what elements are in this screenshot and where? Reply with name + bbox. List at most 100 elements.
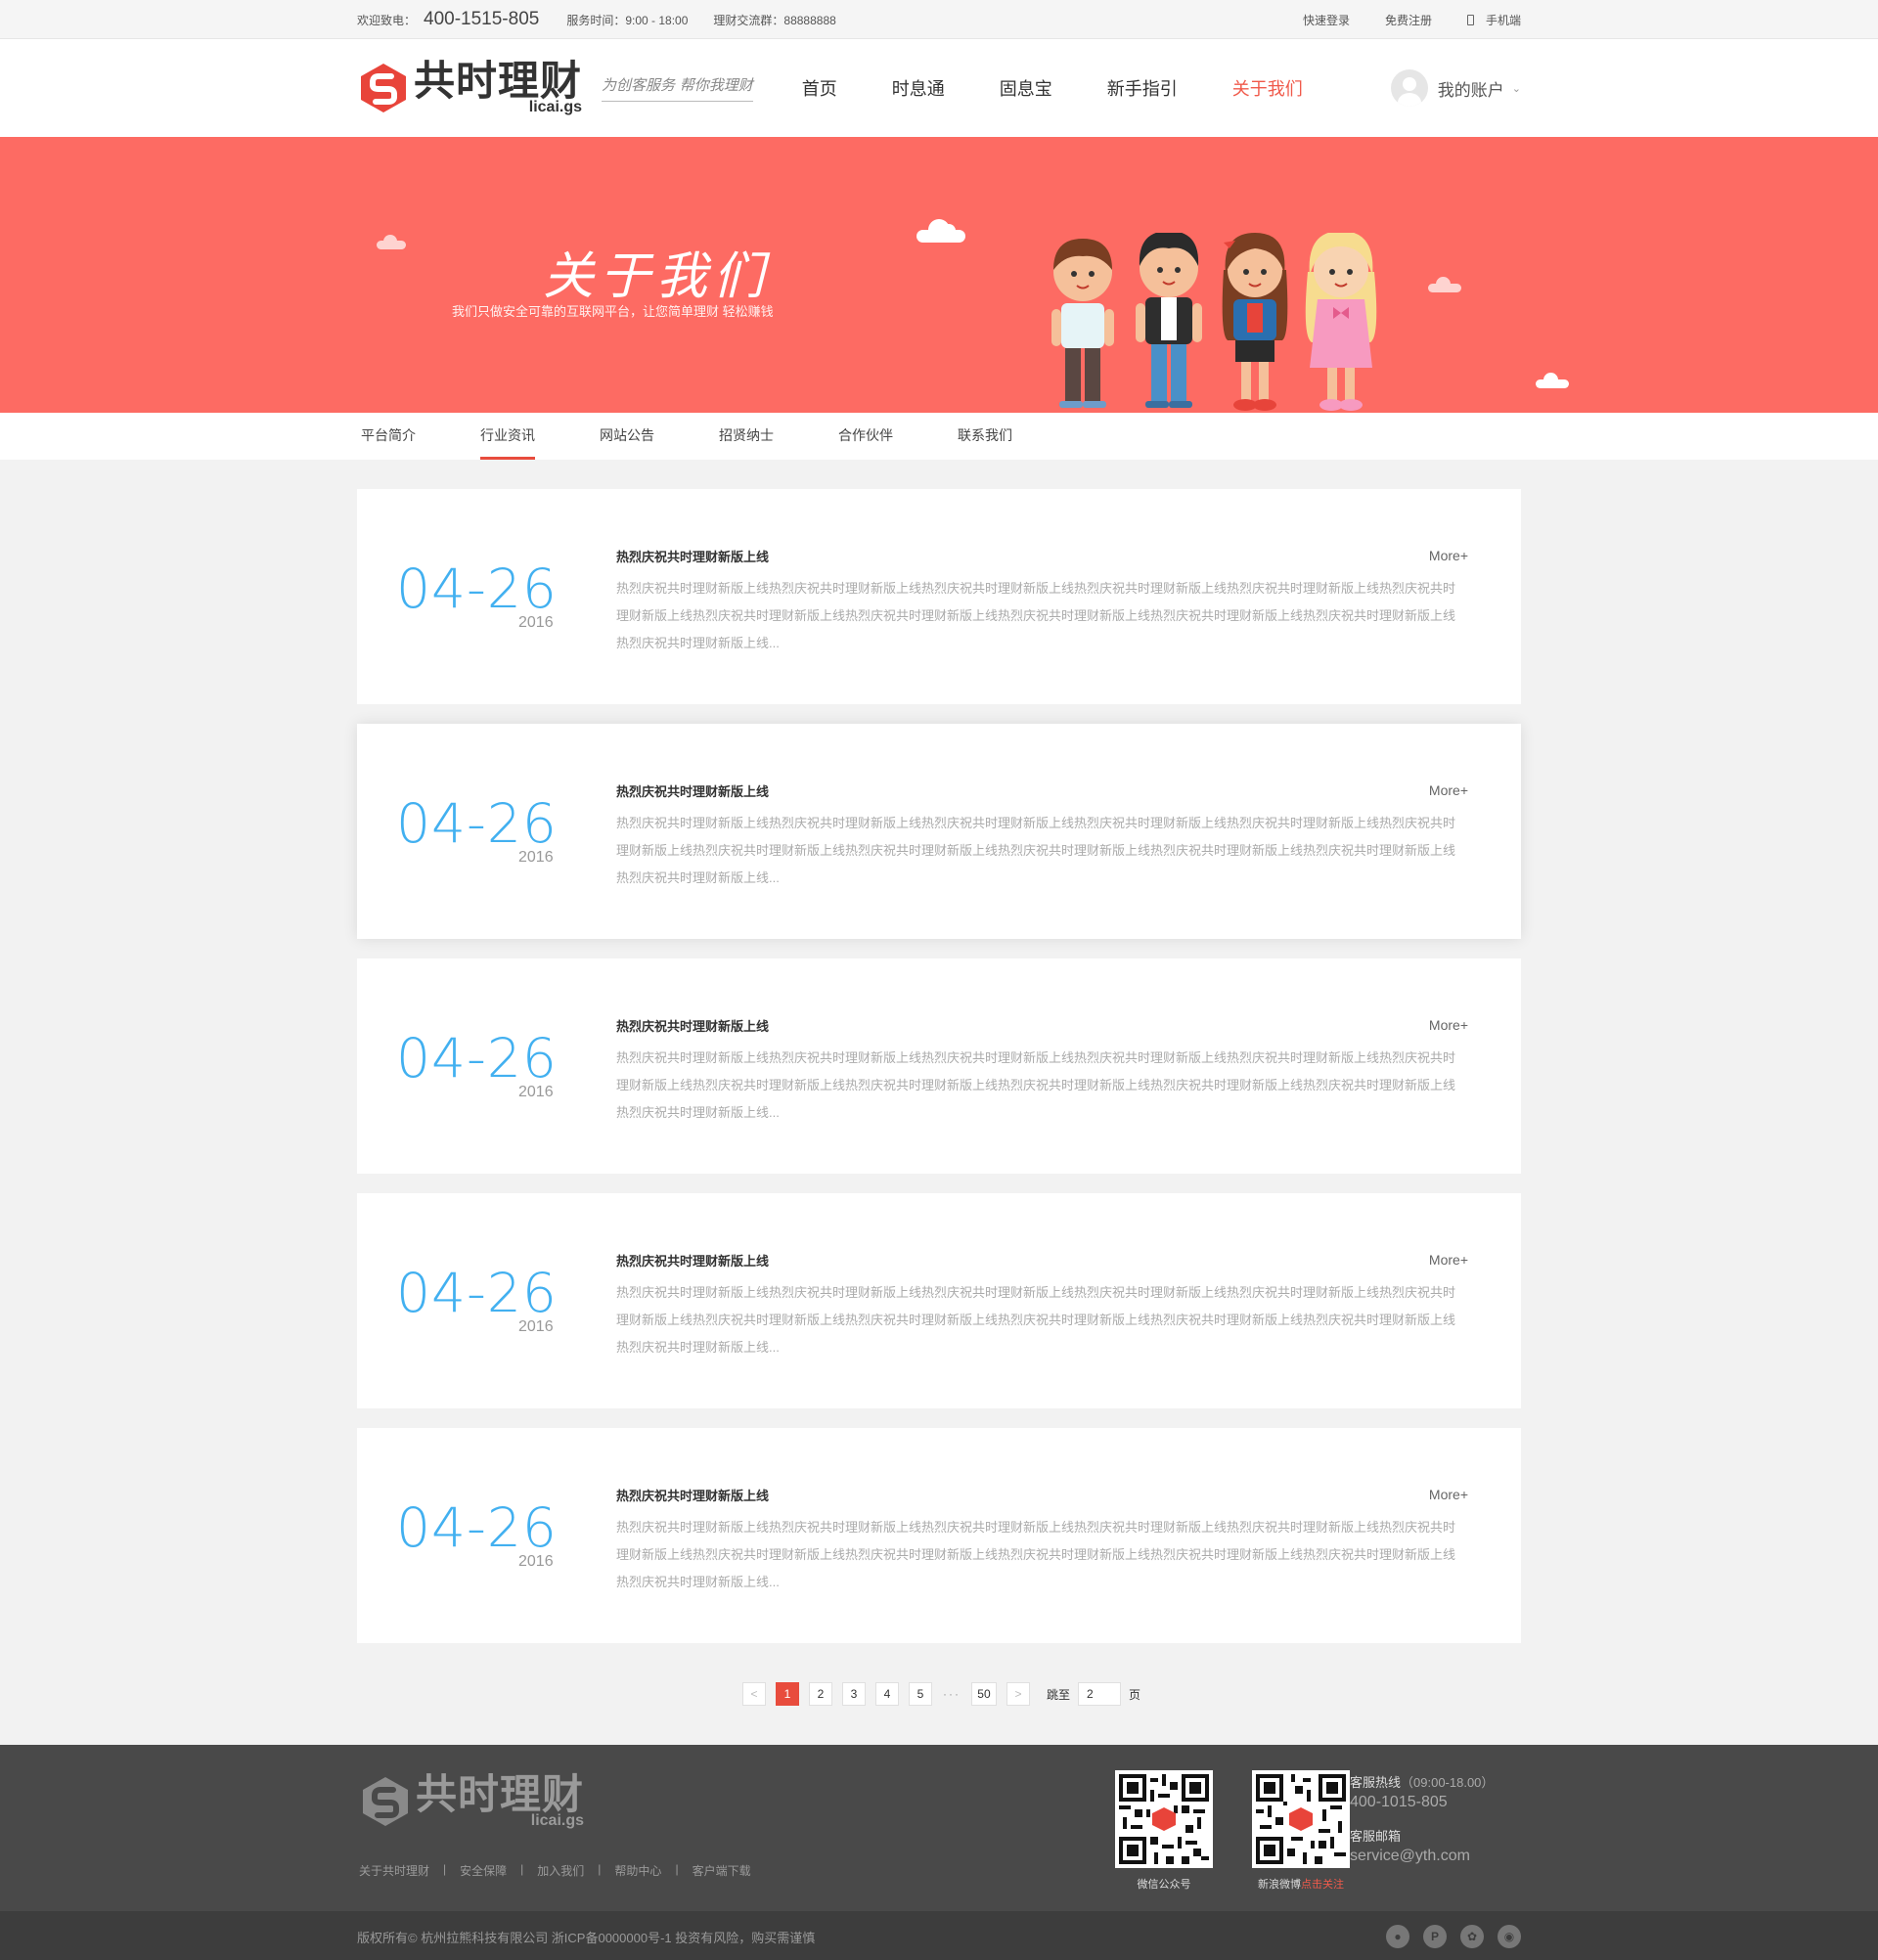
footer-link-help[interactable]: 帮助中心 <box>614 1862 661 1879</box>
mobile-link[interactable]: 手机端 <box>1466 12 1521 28</box>
sub-nav: 平台简介 行业资讯 网站公告 招贤纳士 合作伙伴 联系我们 <box>0 413 1878 460</box>
page-4-button[interactable]: 4 <box>874 1682 899 1706</box>
person-girl-1-icon <box>1222 233 1288 411</box>
jump-page-input[interactable]: 2 <box>1078 1682 1121 1706</box>
tab-contact[interactable]: 联系我们 <box>958 413 1012 460</box>
article-year: 2016 <box>518 1084 554 1100</box>
hotline-label: 客服热线 <box>1350 1775 1402 1790</box>
nav-guide[interactable]: 新手指引 <box>1107 75 1178 101</box>
page-3-button[interactable]: 3 <box>841 1682 866 1706</box>
page-ellipsis: ··· <box>942 1687 961 1701</box>
main-nav: 首页 时息通 固息宝 新手指引 关于我们 <box>802 75 1358 101</box>
footer-link-join[interactable]: 加入我们 <box>537 1862 584 1879</box>
more-link[interactable]: More+ <box>1429 1487 1468 1502</box>
article-card[interactable]: 04-26 2016 热烈庆祝共时理财新版上线 More+ 热烈庆祝共时理财新版… <box>357 1428 1521 1643</box>
page-1-button[interactable]: 1 <box>775 1682 799 1706</box>
logo-name: 共时理财 <box>416 1770 585 1818</box>
account-menu[interactable]: 我的账户 ⌄ <box>1390 69 1521 107</box>
tab-announcements[interactable]: 网站公告 <box>600 413 654 460</box>
welcome-label: 欢迎致电： <box>357 13 417 27</box>
article-date: 04-26 <box>396 557 558 620</box>
pinterest-icon[interactable]: P <box>1423 1925 1447 1948</box>
link-separator: | <box>598 1862 602 1876</box>
email-value[interactable]: service@yth.com <box>1350 1846 1494 1867</box>
page-50-button[interactable]: 50 <box>970 1682 997 1706</box>
nav-home[interactable]: 首页 <box>802 75 837 101</box>
article-card[interactable]: 04-26 2016 热烈庆祝共时理财新版上线 More+ 热烈庆祝共时理财新版… <box>357 724 1521 939</box>
link-separator: | <box>443 1862 447 1876</box>
logo-text: 共时理财 licai.gs <box>416 1774 584 1829</box>
chevron-down-icon: ⌄ <box>1511 82 1521 95</box>
cloud-icon <box>1536 373 1569 388</box>
article-list: 04-26 2016 热烈庆祝共时理财新版上线 More+ 热烈庆祝共时理财新版… <box>357 460 1521 1643</box>
more-link[interactable]: More+ <box>1429 1252 1468 1268</box>
hotline-number: 400-1515-805 <box>424 9 540 29</box>
hotline-value: 400-1015-805 <box>1350 1794 1448 1811</box>
service-hours: 服务时间：9:00 - 18:00 <box>566 13 689 27</box>
banner-title: 关于我们 <box>543 247 771 306</box>
wechat-icon[interactable]: ✿ <box>1460 1925 1484 1948</box>
article-title[interactable]: 热烈庆祝共时理财新版上线 <box>616 781 769 800</box>
weibo-qr-label: 新浪微博 <box>1258 1879 1301 1891</box>
page-5-button[interactable]: 5 <box>908 1682 932 1706</box>
nav-shixitong[interactable]: 时息通 <box>892 75 945 101</box>
more-link[interactable]: More+ <box>1429 1017 1468 1033</box>
nav-about[interactable]: 关于我们 <box>1232 75 1303 101</box>
article-excerpt: 热烈庆祝共时理财新版上线热烈庆祝共时理财新版上线热烈庆祝共时理财新版上线热烈庆祝… <box>616 1520 1456 1589</box>
team-illustration <box>1051 233 1377 411</box>
article-title[interactable]: 热烈庆祝共时理财新版上线 <box>616 1016 769 1035</box>
cloud-icon <box>377 235 406 249</box>
tab-careers[interactable]: 招贤纳士 <box>719 413 774 460</box>
article-date: 04-26 <box>396 1496 558 1559</box>
person-boy-1-icon <box>1051 239 1114 408</box>
more-link[interactable]: More+ <box>1429 548 1468 563</box>
article-card[interactable]: 04-26 2016 热烈庆祝共时理财新版上线 More+ 热烈庆祝共时理财新版… <box>357 1193 1521 1408</box>
person-girl-2-icon <box>1305 233 1377 411</box>
logo[interactable]: 共时理财 licai.gs <box>357 61 582 115</box>
next-page-button[interactable]: > <box>1006 1682 1030 1706</box>
qq-icon[interactable]: ● <box>1386 1925 1409 1948</box>
weibo-icon[interactable]: ◉ <box>1498 1925 1521 1948</box>
article-card[interactable]: 04-26 2016 热烈庆祝共时理财新版上线 More+ 热烈庆祝共时理财新版… <box>357 958 1521 1174</box>
article-title[interactable]: 热烈庆祝共时理财新版上线 <box>616 1486 769 1504</box>
article-excerpt: 热烈庆祝共时理财新版上线热烈庆祝共时理财新版上线热烈庆祝共时理财新版上线热烈庆祝… <box>616 1285 1456 1355</box>
footer-link-security[interactable]: 安全保障 <box>460 1862 507 1879</box>
article-card[interactable]: 04-26 2016 热烈庆祝共时理财新版上线 More+ 热烈庆祝共时理财新版… <box>357 489 1521 704</box>
more-link[interactable]: More+ <box>1429 782 1468 798</box>
top-bar: 欢迎致电： 400-1515-805 服务时间：9:00 - 18:00 理财交… <box>0 0 1878 39</box>
weibo-qr[interactable]: 新浪微博点击关注 <box>1252 1770 1350 1892</box>
tab-partners[interactable]: 合作伙伴 <box>838 413 893 460</box>
register-link[interactable]: 免费注册 <box>1385 12 1432 28</box>
avatar <box>1390 69 1428 107</box>
article-title[interactable]: 热烈庆祝共时理财新版上线 <box>616 1251 769 1270</box>
article-title[interactable]: 热烈庆祝共时理财新版上线 <box>616 547 769 565</box>
footer-logo[interactable]: 共时理财 licai.gs <box>359 1774 584 1829</box>
link-separator: | <box>520 1862 524 1876</box>
cloud-icon <box>917 219 965 243</box>
wechat-qr: 微信公众号 <box>1115 1770 1213 1892</box>
page-2-button[interactable]: 2 <box>808 1682 832 1706</box>
follow-link[interactable]: 点击关注 <box>1301 1879 1344 1891</box>
footer-link-about[interactable]: 关于共时理财 <box>359 1862 429 1879</box>
logo-text: 共时理财 licai.gs <box>414 61 582 115</box>
quick-login-link[interactable]: 快速登录 <box>1303 12 1350 28</box>
copyright-bar: 版权所有© 杭州拉熊科技有限公司 浙ICP备0000000号-1 投资有风险，购… <box>0 1911 1878 1960</box>
article-year: 2016 <box>518 849 554 866</box>
article-year: 2016 <box>518 614 554 631</box>
person-boy-2-icon <box>1136 233 1202 408</box>
contact-info: 客服热线（09:00-18.00） 400-1015-805 客服邮箱 serv… <box>1350 1774 1494 1881</box>
prev-page-button[interactable]: < <box>741 1682 766 1706</box>
footer-links: 关于共时理财 | 安全保障 | 加入我们 | 帮助中心 | 客户端下载 <box>359 1862 751 1879</box>
article-date: 04-26 <box>396 1027 558 1090</box>
article-year: 2016 <box>518 1553 554 1570</box>
banner: 关于我们 我们只做安全可靠的互联网平台，让您简单理财 轻松赚钱 <box>0 137 1878 413</box>
tab-intro[interactable]: 平台简介 <box>361 413 416 460</box>
wechat-qr-label: 微信公众号 <box>1137 1879 1191 1891</box>
article-date: 04-26 <box>396 792 558 855</box>
nav-guxibao[interactable]: 固息宝 <box>1000 75 1052 101</box>
footer-link-download[interactable]: 客户端下载 <box>693 1862 751 1879</box>
mobile-icon <box>1466 14 1474 25</box>
slogan: 为创客服务 帮你我理财 <box>602 74 753 102</box>
qr-code-icon <box>1252 1770 1350 1868</box>
tab-industry-news[interactable]: 行业资讯 <box>480 413 535 460</box>
